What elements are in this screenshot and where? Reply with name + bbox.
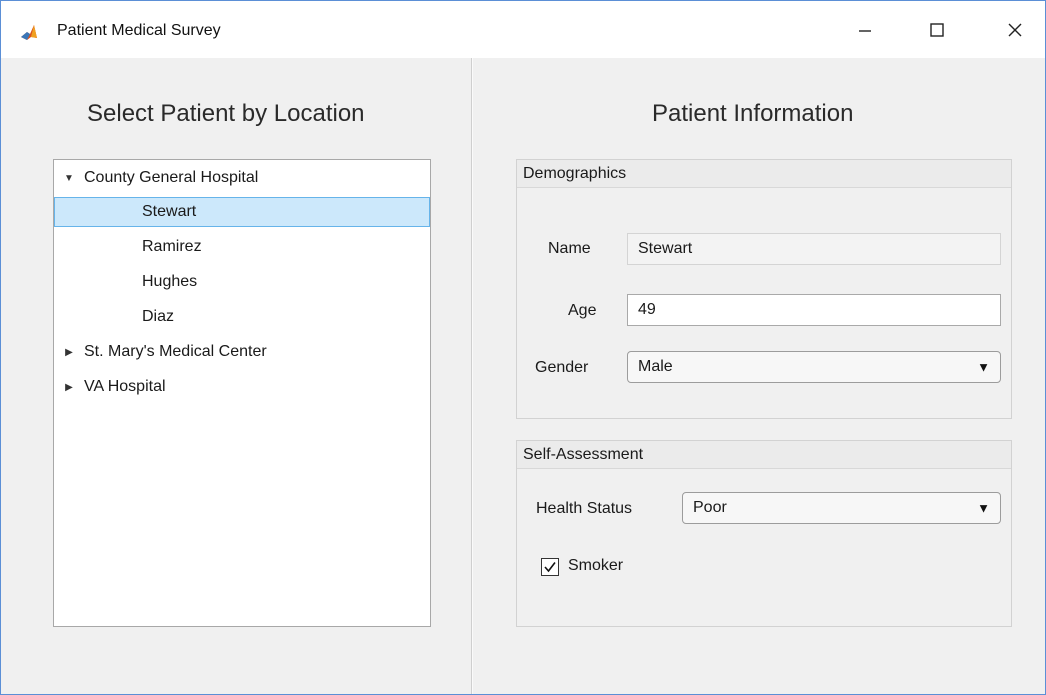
tree-node-label: VA Hospital xyxy=(84,378,166,395)
age-field[interactable]: 49 xyxy=(627,294,1001,326)
right-pane-heading: Patient Information xyxy=(652,100,854,127)
tree-node-label: Hughes xyxy=(142,273,198,290)
age-value: 49 xyxy=(638,301,656,318)
name-field: Stewart xyxy=(627,233,1001,265)
demographics-panel: Demographics Name Stewart Age 49 Gender … xyxy=(516,159,1012,419)
health-status-dropdown[interactable]: Poor ▼ xyxy=(682,492,1001,524)
window-title: Patient Medical Survey xyxy=(57,22,221,39)
close-icon xyxy=(1008,23,1022,36)
chevron-down-icon[interactable]: ▼ xyxy=(62,173,76,184)
health-status-value: Poor xyxy=(693,499,727,516)
tree-node-label: County General Hospital xyxy=(84,169,259,186)
self-assessment-title: Self-Assessment xyxy=(517,441,1011,469)
smoker-label[interactable]: Smoker xyxy=(568,557,623,575)
tree-node-st-marys[interactable]: ▶ St. Mary's Medical Center xyxy=(62,337,267,367)
app-window: Patient Medical Survey Select Patient by… xyxy=(0,0,1046,695)
tree-node-diaz[interactable]: Diaz xyxy=(142,302,174,332)
tree-node-hughes[interactable]: Hughes xyxy=(142,267,197,297)
gender-dropdown[interactable]: Male ▼ xyxy=(627,351,1001,383)
health-status-label: Health Status xyxy=(536,500,633,517)
chevron-right-icon[interactable]: ▶ xyxy=(62,347,76,358)
tree-node-label: Stewart xyxy=(142,203,197,220)
minimize-icon xyxy=(859,29,871,32)
name-label: Name xyxy=(548,240,591,257)
checkmark-icon xyxy=(544,562,556,573)
tree-node-label: St. Mary's Medical Center xyxy=(84,343,267,360)
tree-node-county-general[interactable]: ▼ County General Hospital xyxy=(62,163,258,193)
pane-divider-highlight xyxy=(472,58,473,694)
tree-node-label: Ramirez xyxy=(142,238,202,255)
age-label: Age xyxy=(568,302,597,319)
title-bar: Patient Medical Survey xyxy=(1,1,1045,58)
location-tree[interactable]: ▼ County General Hospital Stewart Ramire… xyxy=(53,159,431,627)
maximize-icon xyxy=(930,22,944,37)
minimize-button[interactable] xyxy=(835,1,895,58)
tree-node-stewart[interactable]: Stewart xyxy=(54,197,430,227)
tree-node-ramirez[interactable]: Ramirez xyxy=(142,232,202,262)
self-assessment-panel: Self-Assessment Health Status Poor ▼ Smo… xyxy=(516,440,1012,627)
chevron-right-icon[interactable]: ▶ xyxy=(62,382,76,393)
left-pane-heading: Select Patient by Location xyxy=(87,100,365,127)
name-value: Stewart xyxy=(638,240,693,257)
close-button[interactable] xyxy=(985,1,1045,58)
matlab-icon xyxy=(19,22,39,42)
gender-label: Gender xyxy=(535,359,589,376)
gender-value: Male xyxy=(638,358,673,375)
smoker-checkbox[interactable] xyxy=(541,558,559,576)
tree-node-label: Diaz xyxy=(142,308,175,325)
dropdown-arrow-icon: ▼ xyxy=(977,500,990,516)
maximize-button[interactable] xyxy=(907,1,967,58)
demographics-title: Demographics xyxy=(517,160,1011,188)
tree-node-va-hospital[interactable]: ▶ VA Hospital xyxy=(62,372,166,402)
dropdown-arrow-icon: ▼ xyxy=(977,359,990,375)
